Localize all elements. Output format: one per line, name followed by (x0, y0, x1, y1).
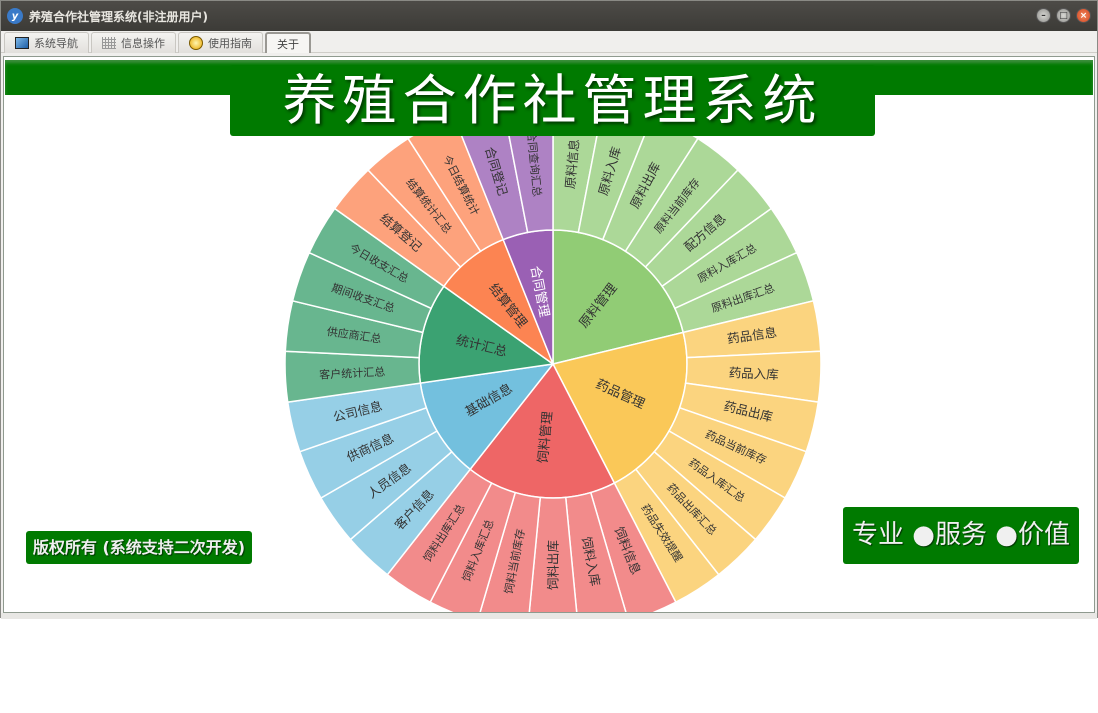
grid-icon (102, 37, 116, 49)
maximize-button[interactable]: □ (1056, 8, 1071, 23)
tab-about[interactable]: 关于 (265, 32, 311, 53)
sunburst-label: 药品入库 (728, 365, 779, 382)
copyright-badge: 版权所有 (系统支持二次开发) (26, 531, 252, 564)
window-title: 养殖合作社管理系统(非注册用户) (29, 9, 208, 24)
minimize-button[interactable]: – (1036, 8, 1051, 23)
page-title: 养殖合作社管理系统 (230, 65, 875, 136)
tab-info-ops[interactable]: 信息操作 (91, 32, 176, 53)
tab-guide[interactable]: 使用指南 (178, 32, 263, 53)
title-bar: y 养殖合作社管理系统(非注册用户) – □ × (1, 1, 1097, 31)
tab-label: 系统导航 (34, 37, 78, 50)
sunburst-label: 饲料出库 (546, 540, 561, 590)
tab-label: 关于 (277, 37, 299, 51)
app-window: y 养殖合作社管理系统(非注册用户) – □ × 系统导航 信息操作 使用指南 … (0, 0, 1098, 619)
tab-bar: 系统导航 信息操作 使用指南 关于 (1, 31, 1097, 53)
status-strip (1, 613, 1097, 619)
tab-system-nav[interactable]: 系统导航 (4, 32, 89, 53)
slogan-badge: 专业 ●服务 ●价值 (843, 507, 1079, 564)
help-icon (189, 36, 203, 50)
close-button[interactable]: × (1076, 8, 1091, 23)
about-panel: 原料管理 原料信息 原料入库 原料出库 原料当前库存 配方信息 原料入库汇总 原料出库汇总 药品… (3, 56, 1095, 613)
tab-label: 使用指南 (208, 37, 252, 50)
tab-label: 信息操作 (121, 37, 165, 50)
yf-logo-icon: y (7, 8, 23, 24)
monitor-icon (15, 37, 29, 49)
